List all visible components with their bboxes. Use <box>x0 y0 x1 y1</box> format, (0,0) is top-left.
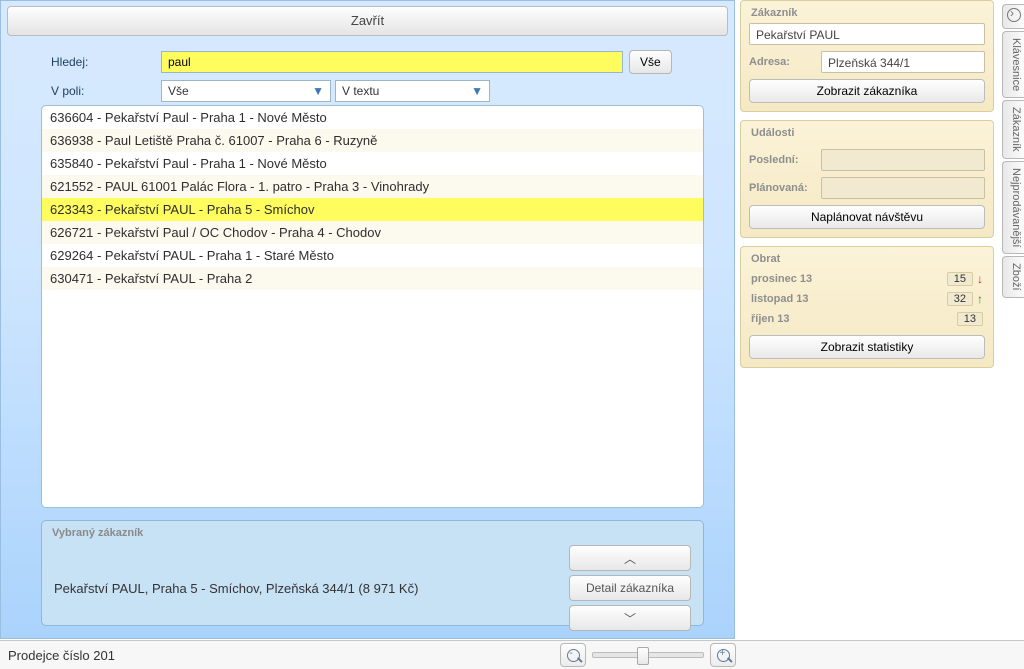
zoom-slider[interactable] <box>592 652 704 658</box>
list-item[interactable]: 629264 - Pekařství PAUL - Praha 1 - Star… <box>42 244 703 267</box>
field-combo[interactable]: Vše ▼ <box>161 80 331 102</box>
seller-number: Prodejce číslo 201 <box>8 648 115 663</box>
close-button[interactable]: Zavřít <box>7 6 728 36</box>
chevron-up-icon: ︿ <box>624 550 636 567</box>
list-item[interactable]: 621552 - PAUL 61001 Palác Flora - 1. pat… <box>42 175 703 198</box>
selected-customer-panel: Vybraný zákazník Pekařství PAUL, Praha 5… <box>41 520 704 626</box>
plan-visit-button[interactable]: Naplánovat návštěvu <box>749 205 985 229</box>
prev-customer-button[interactable]: ︿ <box>569 545 691 571</box>
turnover-value: 32 <box>947 292 973 306</box>
side-tab-bestsellers[interactable]: Nejprodávanější <box>1002 161 1024 255</box>
turnover-month: listopad 13 <box>751 293 808 305</box>
planned-event-label: Plánovaná: <box>749 182 813 194</box>
zoom-out-button[interactable]: - <box>560 643 586 667</box>
zoom-out-icon: - <box>567 649 580 662</box>
list-item[interactable]: 636938 - Paul Letiště Praha č. 61007 - P… <box>42 129 703 152</box>
show-customer-button[interactable]: Zobrazit zákazníka <box>749 79 985 103</box>
turnover-row: listopad 13 32 ↑ <box>749 289 985 309</box>
results-list: 636604 - Pekařství Paul - Praha 1 - Nové… <box>41 105 704 508</box>
arrow-down-icon: ↓ <box>977 272 983 286</box>
chevron-down-icon: ▼ <box>308 84 328 98</box>
show-stats-button[interactable]: Zobrazit statistiky <box>749 335 985 359</box>
side-tab-goods[interactable]: Zboží <box>1002 256 1024 298</box>
turnover-section: Obrat prosinec 13 15 ↓ listopad 13 32 ↑ říjen … <box>740 246 994 368</box>
chevron-down-icon: ▼ <box>467 84 487 98</box>
list-item[interactable]: 636604 - Pekařství Paul - Praha 1 - Nové… <box>42 106 703 129</box>
side-expand-button[interactable] <box>1002 4 1024 29</box>
turnover-value: 15 <box>947 272 973 286</box>
list-item[interactable]: 623343 - Pekařství PAUL - Praha 5 - Smíc… <box>42 198 703 221</box>
customer-name-field[interactable]: Pekařství PAUL <box>749 23 985 45</box>
side-tab-keyboard[interactable]: Klávesnice <box>1002 31 1024 98</box>
field-combo-value: Vše <box>168 84 189 98</box>
last-event-field <box>821 149 985 171</box>
status-bar: Prodejce číslo 201 - + <box>0 640 1024 669</box>
turnover-month: říjen 13 <box>751 313 790 325</box>
events-section: Události Poslední: Plánovaná: Naplánovat… <box>740 120 994 238</box>
address-label: Adresa: <box>749 56 813 68</box>
list-item[interactable]: 626721 - Pekařství Paul / OC Chodov - Pr… <box>42 221 703 244</box>
field-label: V poli: <box>51 84 161 98</box>
list-item[interactable]: 635840 - Pekařství Paul - Praha 1 - Nové… <box>42 152 703 175</box>
last-event-label: Poslední: <box>749 154 813 166</box>
search-all-button[interactable]: Vše <box>629 50 672 74</box>
customer-detail-button[interactable]: Detail zákazníka <box>569 575 691 601</box>
search-input[interactable] <box>161 51 623 73</box>
events-section-title: Události <box>741 121 993 143</box>
turnover-month: prosinec 13 <box>751 273 812 285</box>
zoom-in-icon: + <box>717 649 730 662</box>
selected-customer-title: Vybraný zákazník <box>42 521 703 541</box>
where-combo-value: V textu <box>342 84 379 98</box>
chevron-down-icon: ﹀ <box>624 610 636 627</box>
turnover-section-title: Obrat <box>741 247 993 269</box>
list-item[interactable]: 630471 - Pekařství PAUL - Praha 2 <box>42 267 703 290</box>
arrow-up-icon: ↑ <box>977 292 983 306</box>
where-combo[interactable]: V textu ▼ <box>335 80 490 102</box>
next-customer-button[interactable]: ﹀ <box>569 605 691 631</box>
turnover-row: prosinec 13 15 ↓ <box>749 269 985 289</box>
selected-customer-text: Pekařství PAUL, Praha 5 - Smíchov, Plzeň… <box>54 581 561 596</box>
turnover-row: říjen 13 13 <box>749 309 985 329</box>
planned-event-field <box>821 177 985 199</box>
customer-section-title: Zákazník <box>741 1 993 23</box>
zoom-in-button[interactable]: + <box>710 643 736 667</box>
customer-section: Zákazník Pekařství PAUL Adresa: Plzeňská… <box>740 0 994 112</box>
turnover-value: 13 <box>957 312 983 326</box>
search-label: Hledej: <box>51 55 161 69</box>
customer-address-field[interactable]: Plzeňská 344/1 <box>821 51 985 73</box>
side-tab-customer[interactable]: Zákazník <box>1002 100 1024 159</box>
